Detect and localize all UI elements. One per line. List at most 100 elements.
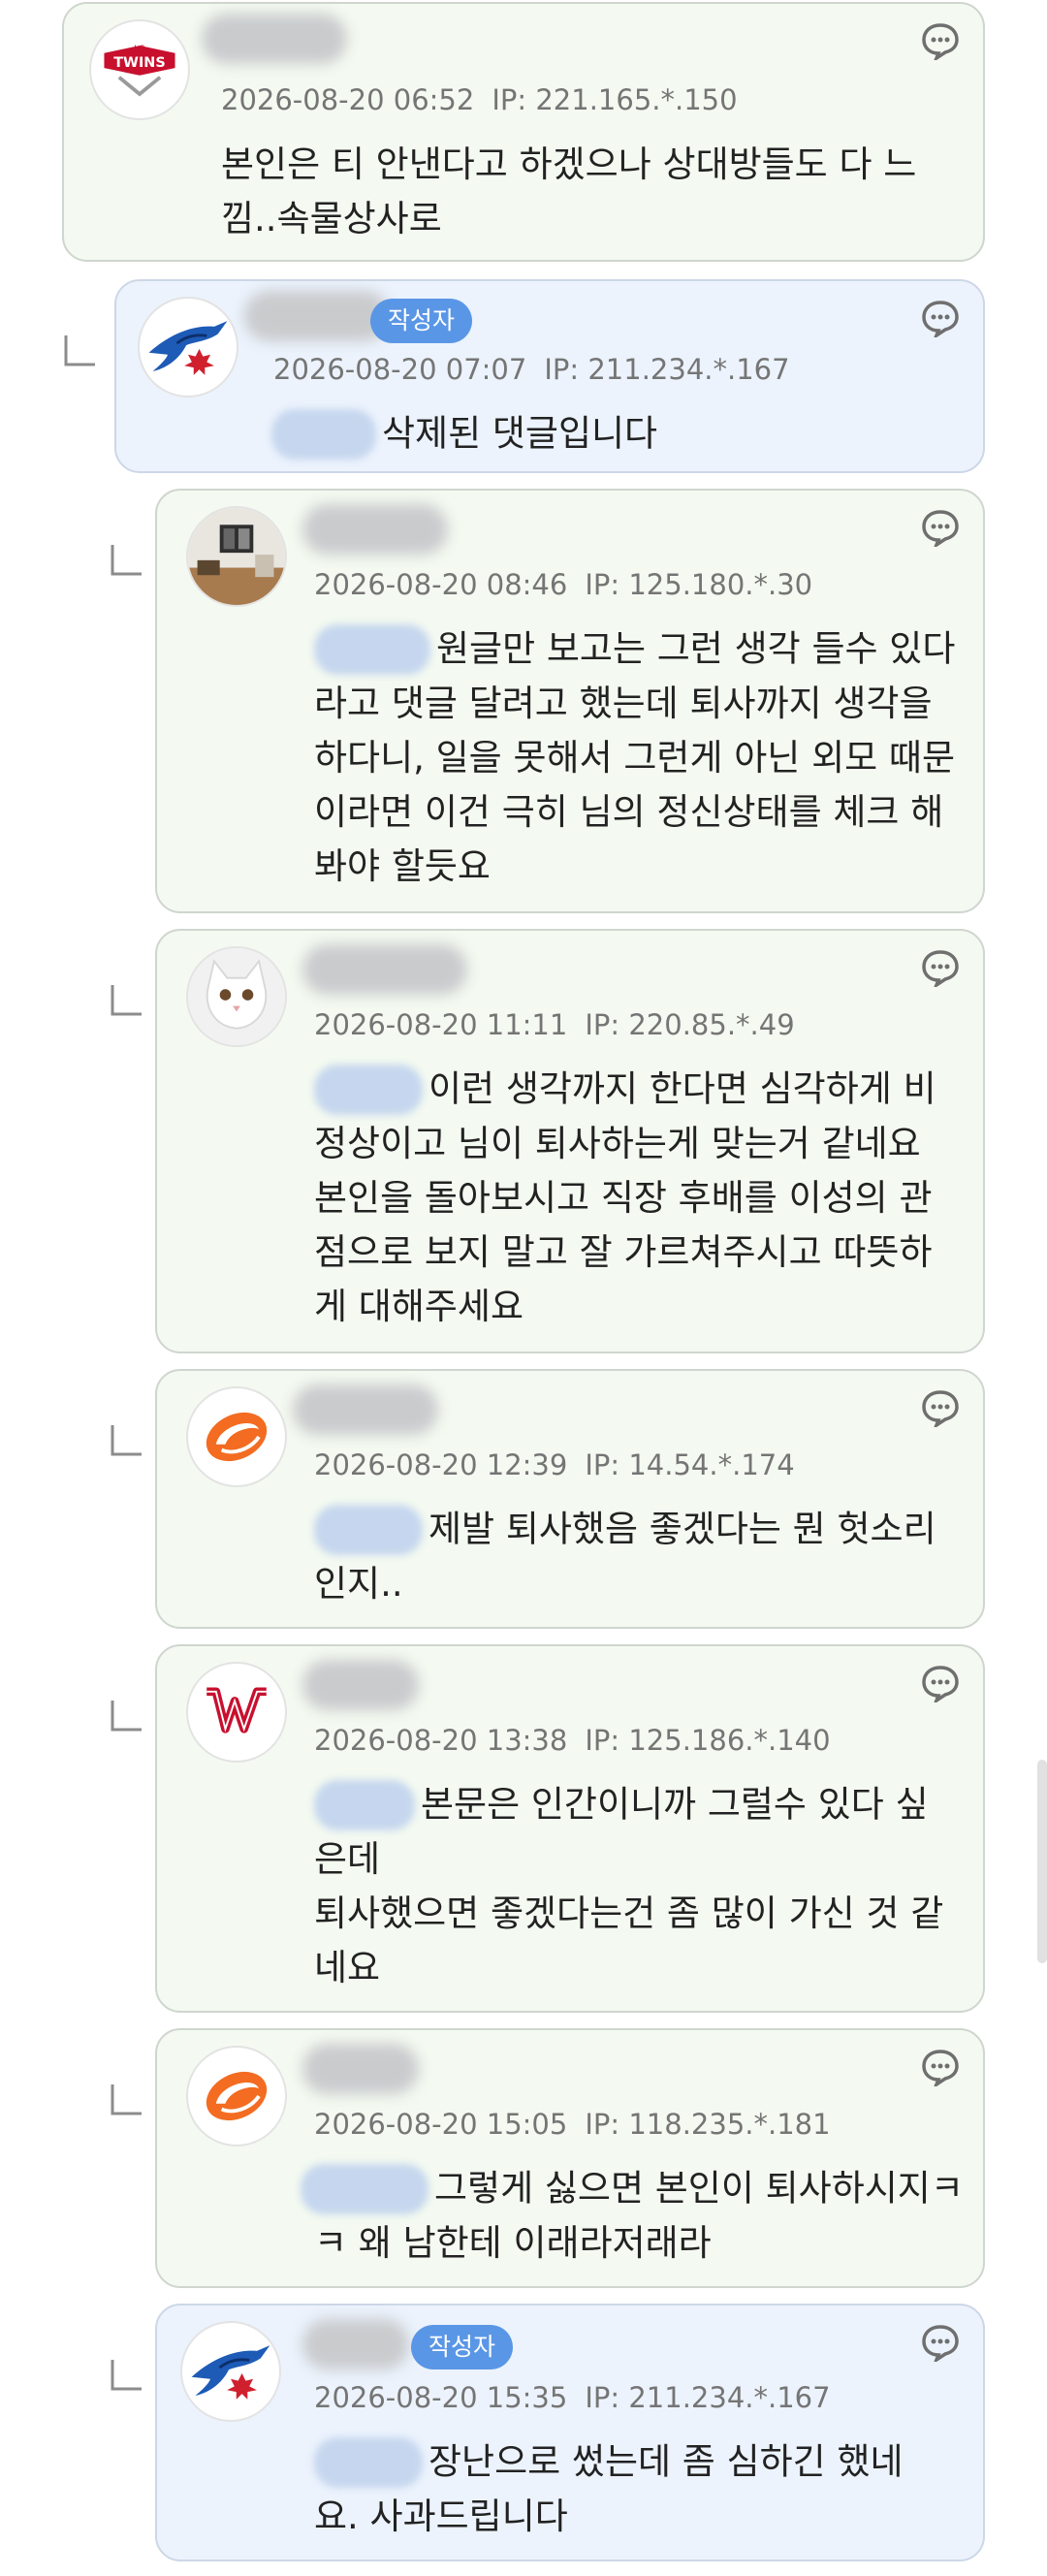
comment-line: 인지.. <box>314 1562 403 1605</box>
author-badge: 작성자 <box>411 2325 514 2369</box>
nickname-blurred[interactable] <box>302 2319 409 2369</box>
mention-blurred[interactable] <box>271 408 376 460</box>
comment-line: 봐야 할듯요 <box>314 844 491 887</box>
reply-arrow-icon <box>64 335 95 366</box>
avatar[interactable]: LG TWINS <box>89 19 190 120</box>
avatar[interactable] <box>186 2046 287 2147</box>
comment-body: 장난으로 썼는데 좀 심하긴 했네 요. 사과드립니다 <box>314 2433 904 2544</box>
comment-card: 작성자 2026-08-20 15:35 IP: 211.234.*.167 장난… <box>155 2304 985 2561</box>
speech-bubble-icon[interactable] <box>921 21 960 60</box>
scrollbar[interactable] <box>1037 1760 1047 1963</box>
comment-body: 삭제된 댓글입니다 <box>271 405 657 461</box>
comment-body: 본인은 티 안낸다고 하겠으나 상대방들도 다 느 낌..속물상사로 <box>221 138 916 246</box>
mention-blurred[interactable] <box>314 1779 415 1830</box>
comment-time: 2026-08-20 15:35 <box>314 2381 568 2414</box>
comment-ip: IP: 221.165.*.150 <box>492 83 738 116</box>
comment-ip: IP: 14.54.*.174 <box>585 1448 795 1481</box>
mention-blurred[interactable] <box>314 623 430 675</box>
speech-bubble-icon[interactable] <box>921 508 960 547</box>
avatar[interactable] <box>180 2321 281 2422</box>
speech-bubble-icon[interactable] <box>921 2048 960 2086</box>
comment-line: 하다니, 일을 못해서 그런게 아닌 외모 때문 <box>314 736 956 779</box>
nickname-blurred[interactable] <box>302 944 467 995</box>
mention-blurred[interactable] <box>314 2436 423 2488</box>
lg-twins-logo-icon: LG TWINS <box>104 45 175 97</box>
comment-line: 낌..속물상사로 <box>221 198 442 239</box>
nickname-blurred[interactable] <box>302 504 448 555</box>
comment-line: 라고 댓글 달려고 했는데 퇴사까지 생각을 <box>314 682 933 724</box>
comment-line: 정상이고 님이 퇴사하는게 맞는거 같네요 <box>314 1122 921 1164</box>
speech-bubble-icon[interactable] <box>921 1664 960 1702</box>
avatar[interactable] <box>138 297 238 398</box>
speech-bubble-icon[interactable] <box>921 299 960 337</box>
comment-ip: IP: 211.234.*.167 <box>544 353 790 386</box>
comment-meta: 2026-08-20 15:05 IP: 118.235.*.181 <box>314 2108 831 2141</box>
comment-meta: 2026-08-20 08:46 IP: 125.180.*.30 <box>314 568 812 601</box>
comment-meta: 2026-08-20 13:38 IP: 125.186.*.140 <box>314 1724 831 1757</box>
blue-jays-logo-icon <box>148 321 228 375</box>
speech-bubble-icon[interactable] <box>921 948 960 987</box>
comment-line: 요. 사과드립니다 <box>314 2495 568 2537</box>
comment-line: 본인을 돌아보시고 직장 후배를 이성의 관 <box>314 1176 933 1219</box>
comment-meta: 2026-08-20 06:52 IP: 221.165.*.150 <box>221 83 738 116</box>
comment-body: 그렇게 싫으면 본인이 퇴사하시지ㅋ ㅋ 왜 남한테 이래라저래라 <box>301 2160 964 2271</box>
comment-time: 2026-08-20 07:07 <box>273 353 527 386</box>
deleted-comment-text: 삭제된 댓글입니다 <box>382 412 658 455</box>
comment-line: 네요 <box>314 1946 381 1988</box>
mention-blurred[interactable] <box>301 2163 428 2214</box>
avatar-text: TWINS <box>113 55 166 71</box>
comment-meta: 2026-08-20 11:11 IP: 220.85.*.49 <box>314 1008 795 1041</box>
comment-meta: 2026-08-20 12:39 IP: 14.54.*.174 <box>314 1448 795 1481</box>
comment-line: 장난으로 썼는데 좀 심하긴 했네 <box>428 2440 904 2483</box>
nickname-blurred[interactable] <box>302 1660 419 1710</box>
comment-card: 2026-08-20 12:39 IP: 14.54.*.174 제발 퇴사했음 … <box>155 1369 985 1629</box>
mention-blurred[interactable] <box>314 1504 423 1555</box>
comment-line: 제발 퇴사했음 좋겠다는 뭔 헛소리 <box>428 1508 936 1550</box>
avatar[interactable] <box>186 1662 287 1763</box>
comment-ip: IP: 211.234.*.167 <box>585 2381 831 2414</box>
mention-blurred[interactable] <box>314 1064 423 1115</box>
reply-arrow-icon <box>111 2084 142 2115</box>
nationals-logo-icon <box>206 1687 267 1733</box>
avatar[interactable] <box>186 946 287 1047</box>
comment-body: 이런 생각까지 한다면 심각하게 비 정상이고 님이 퇴사하는게 맞는거 같네요… <box>314 1061 936 1334</box>
comment-card: 2026-08-20 13:38 IP: 125.186.*.140 본문은 인간… <box>155 1644 985 2013</box>
comment-time: 2026-08-20 06:52 <box>221 83 475 116</box>
nickname-blurred[interactable] <box>302 2044 419 2094</box>
comment-card: 2026-08-20 15:05 IP: 118.235.*.181 그렇게 싫으… <box>155 2028 985 2288</box>
comment-line: 이라면 이건 극히 님의 정신상태를 체크 해 <box>314 790 944 833</box>
reply-arrow-icon <box>111 1425 142 1456</box>
avatar-small-text: LG <box>134 45 145 54</box>
speech-bubble-icon[interactable] <box>921 1388 960 1427</box>
comment-time: 2026-08-20 12:39 <box>314 1448 568 1481</box>
comment-line: 원글만 보고는 그런 생각 들수 있다 <box>436 627 956 670</box>
comment-line: ㅋ 왜 남한테 이래라저래라 <box>314 2221 712 2264</box>
orange-swirl-logo-icon <box>206 2071 268 2121</box>
comment-card: 2026-08-20 08:46 IP: 125.180.*.30 원글만 보고는… <box>155 489 985 913</box>
reply-arrow-icon <box>111 1701 142 1732</box>
comment-line: 이런 생각까지 한다면 심각하게 비 <box>428 1067 936 1110</box>
room-photo-icon <box>188 508 285 605</box>
comment-line: 본문은 인간이니까 그럴수 있다 싶 <box>421 1783 929 1826</box>
cat-photo-icon <box>188 948 285 1045</box>
comment-body: 본문은 인간이니까 그럴수 있다 싶 은데 퇴사했으면 좋겠다는건 좀 많이 가… <box>314 1776 943 1995</box>
comment-ip: IP: 220.85.*.49 <box>585 1008 795 1041</box>
comment-card: 2026-08-20 11:11 IP: 220.85.*.49 이런 생각까지 … <box>155 929 985 1353</box>
reply-arrow-icon <box>111 545 142 576</box>
reply-arrow-icon <box>111 2360 142 2391</box>
comment-meta: 2026-08-20 15:35 IP: 211.234.*.167 <box>314 2381 831 2414</box>
comment-ip: IP: 125.180.*.30 <box>585 568 813 601</box>
author-badge: 작성자 <box>370 299 473 343</box>
speech-bubble-icon[interactable] <box>921 2323 960 2362</box>
comment-line: 퇴사했으면 좋겠다는건 좀 많이 가신 것 같 <box>314 1892 944 1934</box>
comment-card: 작성자 2026-08-20 07:07 IP: 211.234.*.167 삭제… <box>114 279 985 473</box>
nickname-blurred[interactable] <box>244 291 390 341</box>
avatar[interactable] <box>186 1386 287 1487</box>
comment-line: 그렇게 싫으면 본인이 퇴사하시지ㅋ <box>434 2167 964 2210</box>
nickname-blurred[interactable] <box>293 1384 438 1435</box>
comment-ip: IP: 125.186.*.140 <box>585 1724 831 1757</box>
avatar[interactable] <box>186 506 287 607</box>
comment-time: 2026-08-20 13:38 <box>314 1724 568 1757</box>
nickname-blurred[interactable] <box>202 14 347 64</box>
comment-meta: 2026-08-20 07:07 IP: 211.234.*.167 <box>273 353 790 386</box>
